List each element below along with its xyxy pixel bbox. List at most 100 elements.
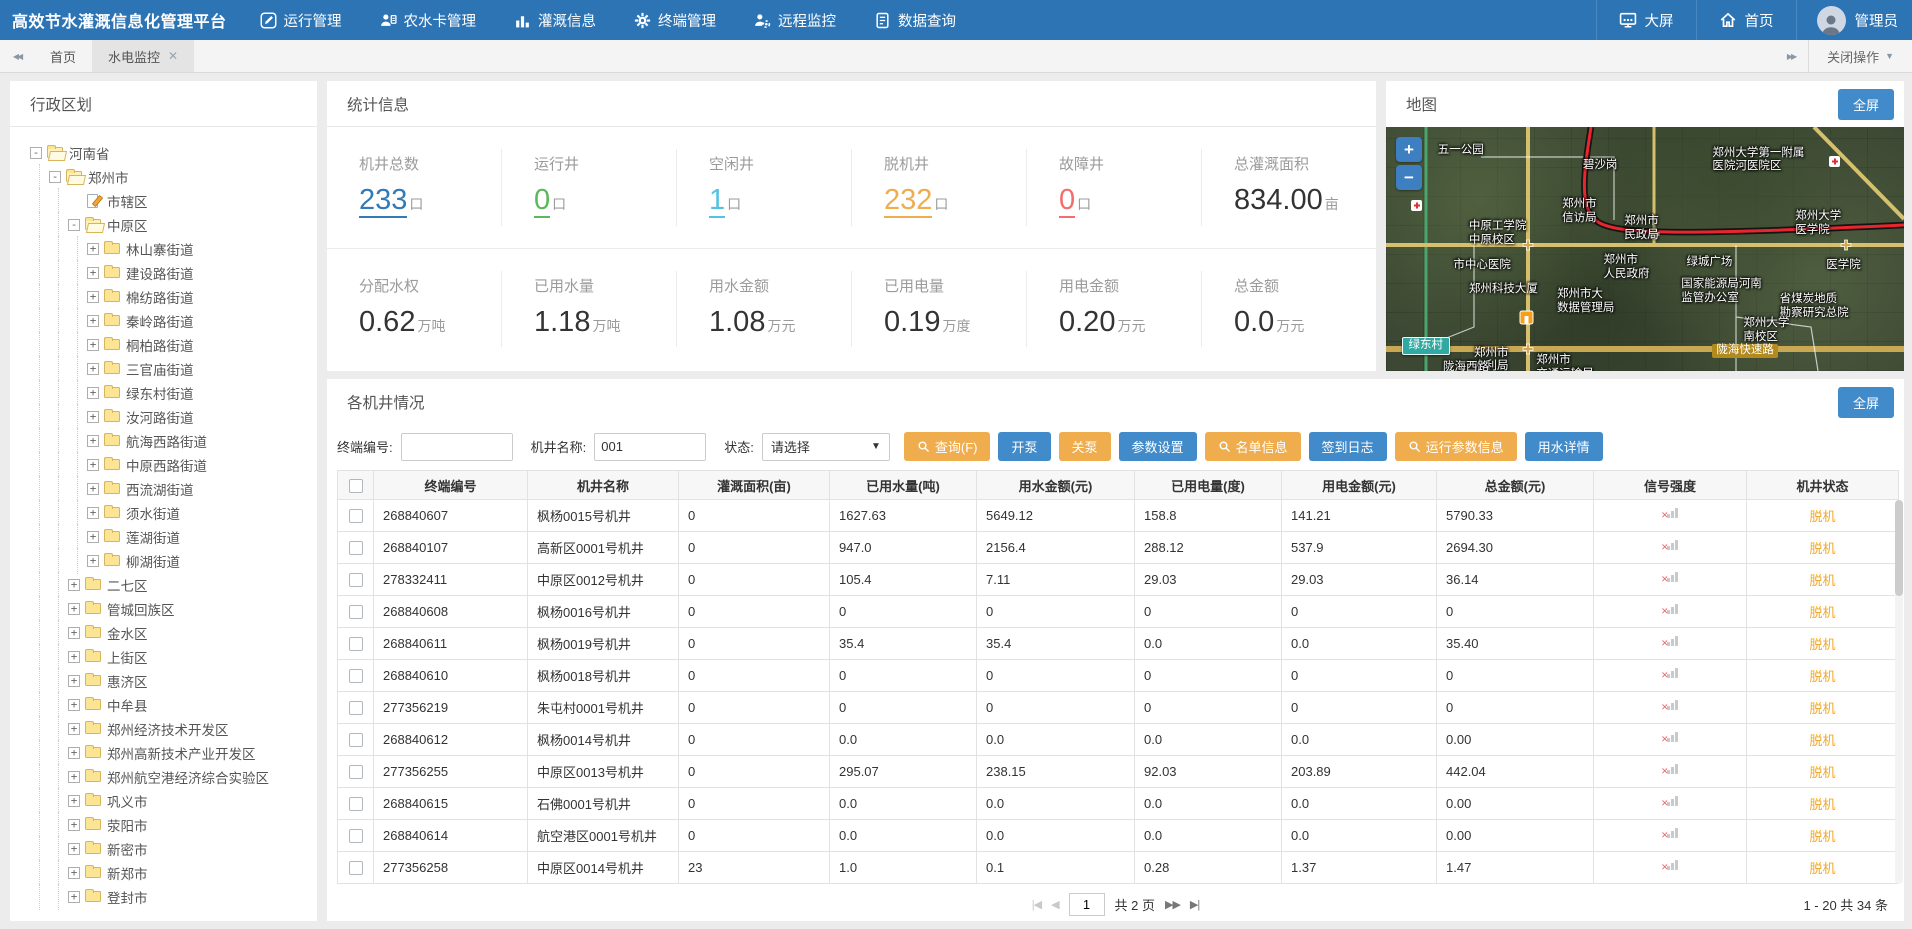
- tree-node-须水街道[interactable]: + 须水街道: [30, 500, 311, 526]
- expand-icon[interactable]: +: [68, 675, 80, 687]
- tab-水电监控[interactable]: 水电监控 ✕: [92, 40, 195, 72]
- tree-node-中牟县[interactable]: + 中牟县: [30, 692, 311, 718]
- wells-fullscreen-button[interactable]: 全屏: [1837, 387, 1894, 418]
- tree-node-棉纺路街道[interactable]: + 棉纺路街道: [30, 284, 311, 310]
- close-operations-dropdown[interactable]: 关闭操作 ▼: [1808, 40, 1912, 72]
- stat-value[interactable]: 0: [1059, 184, 1076, 218]
- button-名单信息[interactable]: 名单信息: [1204, 432, 1301, 461]
- map-fullscreen-button[interactable]: 全屏: [1837, 89, 1894, 120]
- button-参数设置[interactable]: 参数设置: [1118, 432, 1197, 461]
- table-row[interactable]: 268840615 石佛0001号机井 0 0.0 0.0 0.0 0.0 0.00 ✕ 脱机: [337, 787, 1899, 820]
- close-icon[interactable]: ✕: [168, 49, 178, 63]
- user-menu[interactable]: 管理员: [1795, 0, 1912, 40]
- row-checkbox[interactable]: [348, 509, 363, 524]
- tabs-scroll-right-icon[interactable]: ▶▶: [1774, 40, 1808, 72]
- collapse-icon[interactable]: -: [30, 147, 42, 159]
- expand-icon[interactable]: +: [87, 459, 99, 471]
- tree-node-航海西路街道[interactable]: + 航海西路街道: [30, 428, 311, 454]
- nav-item-数据查询[interactable]: 数据查询: [855, 0, 975, 40]
- button-关泵[interactable]: 关泵: [1058, 432, 1111, 461]
- row-checkbox[interactable]: [348, 573, 363, 588]
- expand-icon[interactable]: +: [87, 243, 99, 255]
- tree-node-郑州高新技术产业开发区[interactable]: + 郑州高新技术产业开发区: [30, 740, 311, 766]
- table-row[interactable]: 277356255 中原区0013号机井 0 295.07 238.15 92.03 203…: [337, 755, 1899, 788]
- button-用水详情[interactable]: 用水详情: [1524, 432, 1603, 461]
- table-row[interactable]: 278332411 中原区0012号机井 0 105.4 7.11 29.03 29.03 3…: [337, 563, 1899, 596]
- expand-icon[interactable]: +: [68, 819, 80, 831]
- expand-icon[interactable]: +: [68, 747, 80, 759]
- expand-icon[interactable]: +: [87, 435, 99, 447]
- expand-icon[interactable]: +: [68, 891, 80, 903]
- expand-icon[interactable]: +: [87, 555, 99, 567]
- row-checkbox[interactable]: [348, 669, 363, 684]
- tab-首页[interactable]: 首页: [34, 40, 92, 72]
- expand-icon[interactable]: +: [87, 267, 99, 279]
- row-checkbox[interactable]: [348, 861, 363, 876]
- nav-item-首页[interactable]: 首页: [1695, 0, 1796, 40]
- tree-node-河南省[interactable]: - 河南省: [30, 141, 311, 165]
- expand-icon[interactable]: +: [68, 699, 80, 711]
- terminal-id-input[interactable]: [400, 432, 513, 461]
- expand-icon[interactable]: +: [87, 507, 99, 519]
- tree-node-柳湖街道[interactable]: + 柳湖街道: [30, 548, 311, 574]
- button-查询(F)[interactable]: 查询(F): [903, 432, 991, 461]
- tree-node-三官庙街道[interactable]: + 三官庙街道: [30, 356, 311, 382]
- row-checkbox[interactable]: [348, 637, 363, 652]
- tree-node-二七区[interactable]: + 二七区: [30, 572, 311, 598]
- table-row[interactable]: 268840611 枫杨0019号机井 0 35.4 35.4 0.0 0.0 35.40 ✕ 脱…: [337, 627, 1899, 660]
- tree-node-新郑市[interactable]: + 新郑市: [30, 860, 311, 886]
- expand-icon[interactable]: +: [87, 363, 99, 375]
- row-checkbox[interactable]: [348, 797, 363, 812]
- tree-node-中原区[interactable]: - 中原区: [30, 212, 311, 238]
- pager-last-button[interactable]: ▶|: [1190, 898, 1200, 911]
- button-签到日志[interactable]: 签到日志: [1308, 432, 1387, 461]
- table-scrollbar[interactable]: [1895, 500, 1903, 884]
- table-row[interactable]: 268840607 枫杨0015号机井 0 1627.63 5649.12 158.8 14…: [337, 499, 1899, 532]
- tree-node-西流湖街道[interactable]: + 西流湖街道: [30, 476, 311, 502]
- stat-value[interactable]: 0: [534, 184, 551, 218]
- tree-node-郑州市[interactable]: - 郑州市: [30, 164, 311, 190]
- nav-item-远程监控[interactable]: 远程监控: [735, 0, 855, 40]
- map-zoom-out-button[interactable]: −: [1396, 165, 1422, 190]
- tree-node-郑州经济技术开发区[interactable]: + 郑州经济技术开发区: [30, 716, 311, 742]
- expand-icon[interactable]: +: [68, 651, 80, 663]
- stat-value[interactable]: 233: [359, 184, 408, 218]
- stat-value[interactable]: 232: [884, 184, 933, 218]
- expand-icon[interactable]: +: [87, 339, 99, 351]
- pager-prev-button[interactable]: ◀: [1051, 898, 1060, 911]
- button-开泵[interactable]: 开泵: [998, 432, 1051, 461]
- tree-node-新密市[interactable]: + 新密市: [30, 836, 311, 862]
- tree-node-上街区[interactable]: + 上街区: [30, 644, 311, 670]
- expand-icon[interactable]: +: [68, 843, 80, 855]
- tree-node-惠济区[interactable]: + 惠济区: [30, 668, 311, 694]
- expand-icon[interactable]: +: [87, 291, 99, 303]
- table-row[interactable]: 268840608 枫杨0016号机井 0 0 0 0 0 0 ✕ 脱机: [337, 595, 1899, 628]
- pager-first-button[interactable]: |◀: [1032, 898, 1042, 911]
- map-canvas[interactable]: 五一公园 碧沙岗 郑州大学第一附属 医院河医院区 郑州市 信访局 中原工学院 中原校区郑…: [1386, 127, 1904, 371]
- tree-node-郑州航空港经济综合实验区[interactable]: + 郑州航空港经济综合实验区: [30, 764, 311, 790]
- tree-node-绿东村街道[interactable]: + 绿东村街道: [30, 380, 311, 406]
- tree-node-林山寨街道[interactable]: + 林山寨街道: [30, 236, 311, 262]
- button-运行参数信息[interactable]: 运行参数信息: [1394, 432, 1517, 461]
- expand-icon[interactable]: +: [87, 387, 99, 399]
- row-checkbox[interactable]: [348, 701, 363, 716]
- row-checkbox[interactable]: [348, 605, 363, 620]
- expand-icon[interactable]: +: [68, 579, 80, 591]
- table-row[interactable]: 268840614 航空港区0001号机井 0 0.0 0.0 0.0 0.0 0.00 ✕ 脱机: [337, 819, 1899, 852]
- expand-icon[interactable]: +: [68, 603, 80, 615]
- tree-node-桐柏路街道[interactable]: + 桐柏路街道: [30, 332, 311, 358]
- tree-node-登封市[interactable]: + 登封市: [30, 884, 311, 910]
- expand-icon[interactable]: +: [87, 531, 99, 543]
- well-name-input[interactable]: [594, 432, 707, 461]
- expand-icon[interactable]: +: [87, 315, 99, 327]
- nav-item-大屏[interactable]: 大屏: [1595, 0, 1696, 40]
- tree-node-巩义市[interactable]: + 巩义市: [30, 788, 311, 814]
- row-checkbox[interactable]: [348, 765, 363, 780]
- tree-node-莲湖街道[interactable]: + 莲湖街道: [30, 524, 311, 550]
- table-row[interactable]: 268840610 枫杨0018号机井 0 0 0 0 0 0 ✕ 脱机: [337, 659, 1899, 692]
- collapse-icon[interactable]: -: [49, 171, 61, 183]
- status-select[interactable]: 请选择 ▼: [761, 432, 890, 461]
- expand-icon[interactable]: +: [87, 411, 99, 423]
- expand-icon[interactable]: +: [68, 867, 80, 879]
- tree-node-建设路街道[interactable]: + 建设路街道: [30, 260, 311, 286]
